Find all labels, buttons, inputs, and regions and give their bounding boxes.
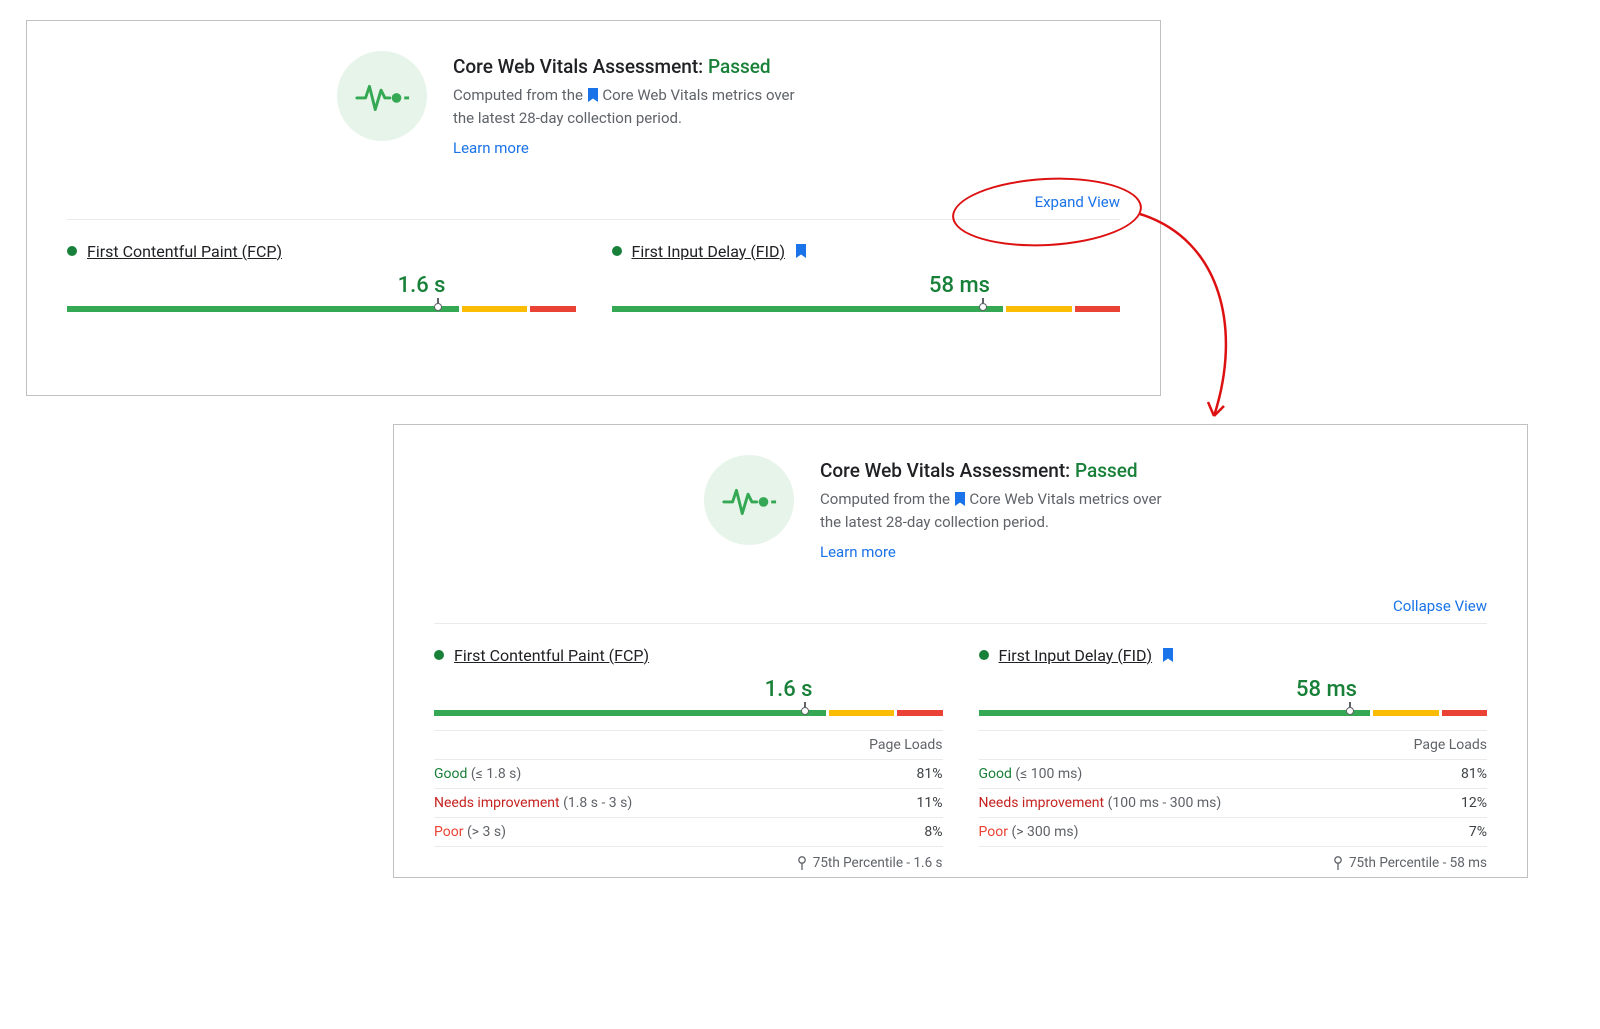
- assessment-header: Core Web Vitals Assessment: Passed Compu…: [337, 51, 1120, 157]
- bookmark-icon: [587, 88, 599, 102]
- metric-fcp-expanded: First Contentful Paint (FCP) 1.6 s Page …: [434, 646, 943, 871]
- vitals-icon: [704, 455, 794, 545]
- learn-more-link[interactable]: Learn more: [453, 139, 529, 157]
- metric-pointer-fid: [1346, 702, 1354, 715]
- metric-name-fid[interactable]: First Input Delay (FID): [999, 646, 1153, 665]
- vitals-icon: [337, 51, 427, 141]
- metric-bar-fcp: [434, 704, 943, 720]
- status-dot-good: [612, 246, 622, 256]
- bookmark-icon: [795, 244, 807, 258]
- table-header: Page Loads: [434, 730, 943, 760]
- assessment-description: Computed from the Core Web Vitals metric…: [453, 84, 813, 131]
- bookmark-icon: [1162, 648, 1174, 662]
- pin-icon: [1333, 856, 1343, 870]
- metric-value-fid: 58 ms: [979, 677, 1488, 702]
- collapse-view-button[interactable]: Collapse View: [1393, 597, 1487, 615]
- percentile-fid: 75th Percentile - 58 ms: [979, 855, 1488, 871]
- metric-value-fcp: 1.6 s: [434, 677, 943, 702]
- status-dot-good: [434, 650, 444, 660]
- assessment-header: Core Web Vitals Assessment: Passed Compu…: [704, 455, 1487, 561]
- metric-fcp: First Contentful Paint (FCP) 1.6 s: [67, 242, 576, 316]
- status-dot-good: [979, 650, 989, 660]
- table-row: Needs improvement (100 ms - 300 ms) 12%: [979, 789, 1488, 818]
- metric-name-fcp[interactable]: First Contentful Paint (FCP): [87, 242, 282, 261]
- table-row: Good (≤ 100 ms) 81%: [979, 760, 1488, 789]
- pin-icon: [797, 856, 807, 870]
- metrics-row: First Contentful Paint (FCP) 1.6 s Page …: [434, 646, 1487, 871]
- table-row: Poor (> 300 ms) 7%: [979, 818, 1488, 847]
- metric-pointer-fid: [979, 298, 987, 311]
- bookmark-icon: [954, 492, 966, 506]
- view-toggle-row: Collapse View: [434, 597, 1487, 615]
- assessment-description: Computed from the Core Web Vitals metric…: [820, 488, 1180, 535]
- assessment-status: Passed: [1075, 459, 1138, 482]
- assessment-title: Core Web Vitals Assessment: Passed: [820, 459, 1180, 482]
- table-row: Good (≤ 1.8 s) 81%: [434, 760, 943, 789]
- metric-bar-fcp: [67, 300, 576, 316]
- metric-bar-fid: [979, 704, 1488, 720]
- breakdown-table-fcp: Page Loads Good (≤ 1.8 s) 81% Needs impr…: [434, 730, 943, 847]
- table-row: Needs improvement (1.8 s - 3 s) 11%: [434, 789, 943, 818]
- assessment-text-block: Core Web Vitals Assessment: Passed Compu…: [453, 51, 813, 157]
- assessment-status: Passed: [708, 55, 771, 78]
- metric-bar-fid: [612, 300, 1121, 316]
- table-header: Page Loads: [979, 730, 1488, 760]
- assessment-title: Core Web Vitals Assessment: Passed: [453, 55, 813, 78]
- status-dot-good: [67, 246, 77, 256]
- metric-fid: First Input Delay (FID) 58 ms: [612, 242, 1121, 316]
- learn-more-link[interactable]: Learn more: [820, 543, 896, 561]
- metric-pointer-fcp: [434, 298, 442, 311]
- metric-pointer-fcp: [801, 702, 809, 715]
- metric-value-fcp: 1.6 s: [67, 273, 576, 298]
- metric-fid-expanded: First Input Delay (FID) 58 ms Page Loads…: [979, 646, 1488, 871]
- web-vitals-panel-expanded: Core Web Vitals Assessment: Passed Compu…: [393, 424, 1528, 878]
- metric-name-fid[interactable]: First Input Delay (FID): [632, 242, 786, 261]
- percentile-fcp: 75th Percentile - 1.6 s: [434, 855, 943, 871]
- metrics-row: First Contentful Paint (FCP) 1.6 s First…: [67, 242, 1120, 316]
- metric-value-fid: 58 ms: [612, 273, 1121, 298]
- table-row: Poor (> 3 s) 8%: [434, 818, 943, 847]
- divider: [434, 623, 1487, 624]
- breakdown-table-fid: Page Loads Good (≤ 100 ms) 81% Needs imp…: [979, 730, 1488, 847]
- assessment-text-block: Core Web Vitals Assessment: Passed Compu…: [820, 455, 1180, 561]
- metric-name-fcp[interactable]: First Contentful Paint (FCP): [454, 646, 649, 665]
